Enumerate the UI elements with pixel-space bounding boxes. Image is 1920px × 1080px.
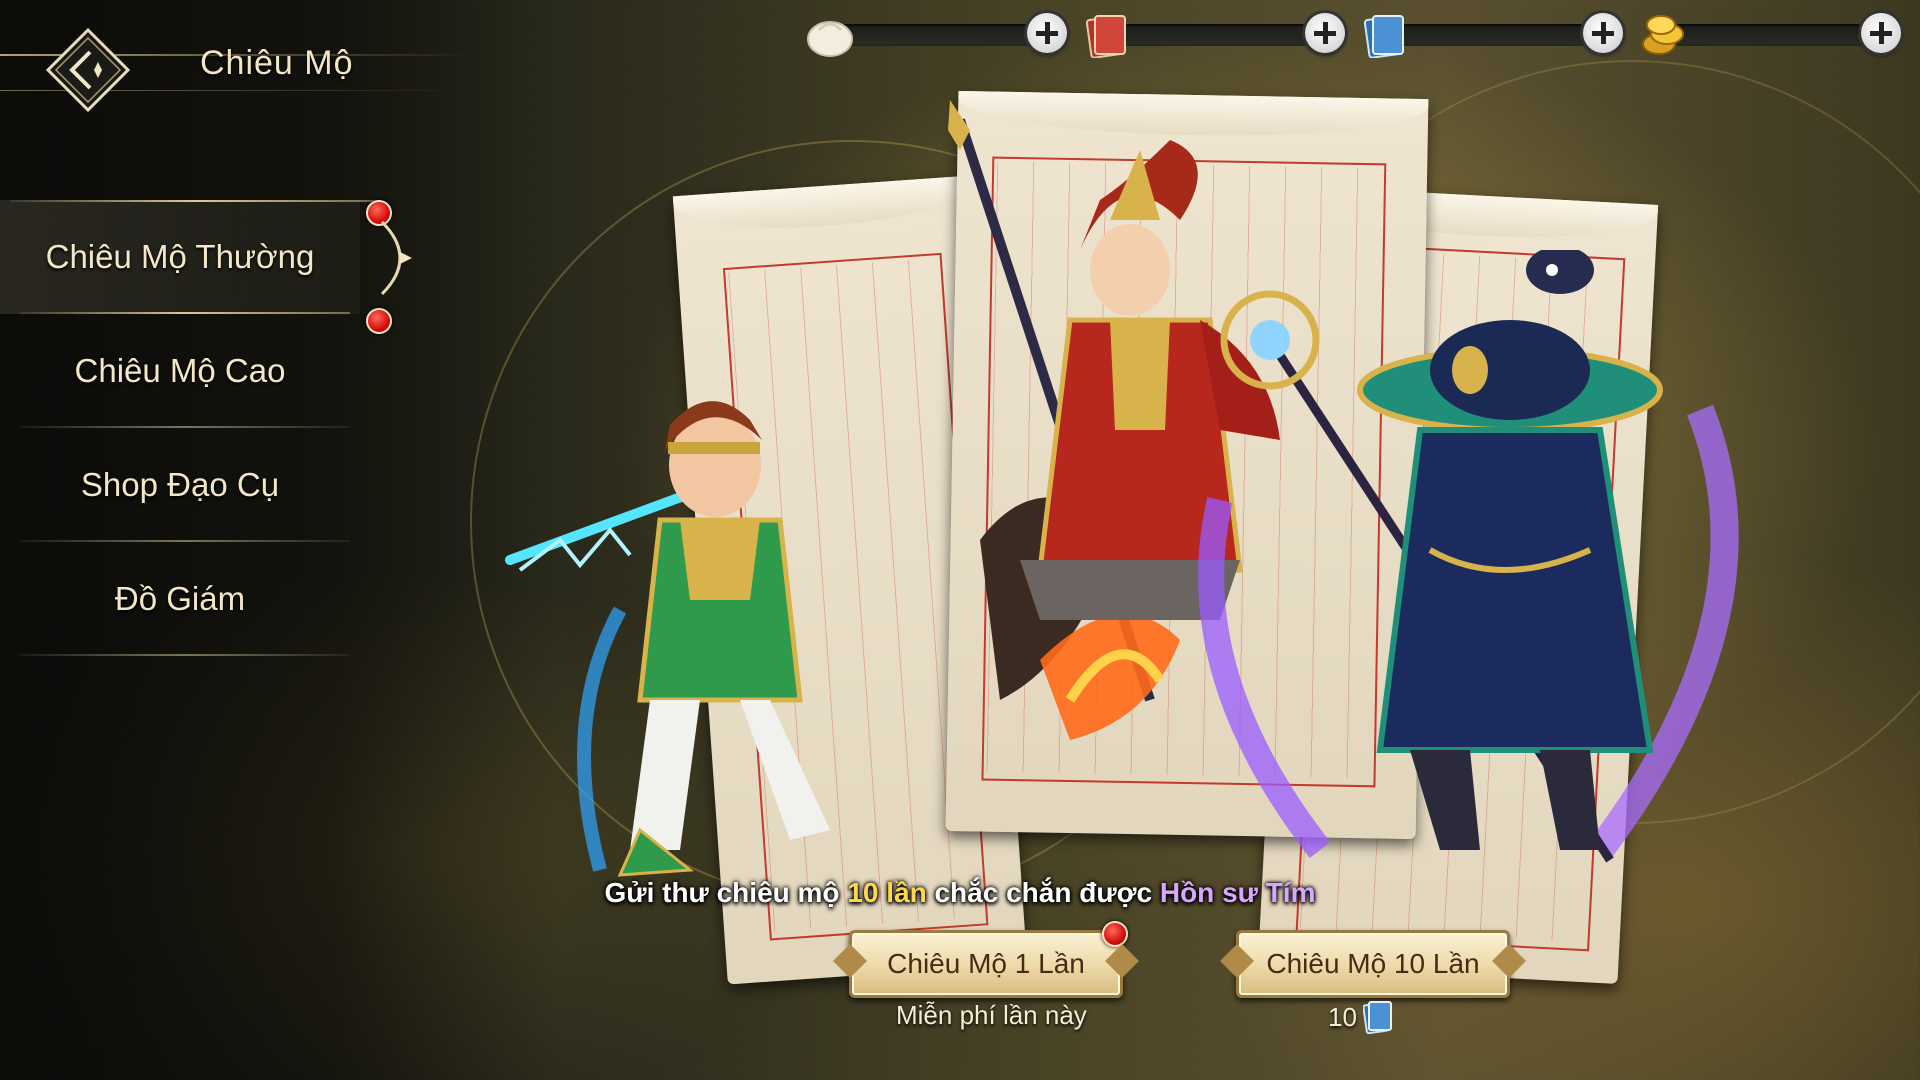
sidebar-item-advanced-recruit[interactable]: Chiêu Mộ Cao — [0, 308, 392, 428]
sidebar-item-label: Chiêu Mộ Cao — [74, 352, 286, 389]
free-this-time-text: Miễn phí lần này — [896, 1000, 1087, 1030]
add-bun-button[interactable] — [1027, 13, 1067, 53]
page-header: Chiêu Mộ — [0, 18, 470, 112]
blue-letter-icon — [1362, 1001, 1392, 1034]
gold-coin-icon — [1642, 15, 1684, 55]
add-gold-button[interactable] — [1861, 13, 1901, 53]
banner-text-part: chắc chắn được — [926, 877, 1160, 908]
sidebar-item-item-shop[interactable]: Shop Đạo Cụ — [0, 428, 360, 542]
active-arrow-icon — [380, 220, 412, 296]
divider — [10, 200, 380, 202]
blue-letter-icon — [1363, 15, 1404, 58]
notification-dot — [1102, 921, 1128, 947]
currency-track — [1391, 24, 1591, 46]
currency-blue-letter — [1361, 12, 1623, 58]
button-label: Chiêu Mộ 10 Lần — [1266, 948, 1480, 979]
button-label: Chiêu Mộ 1 Lần — [887, 948, 1085, 979]
notification-dot — [366, 308, 392, 334]
currency-gold — [1639, 12, 1901, 56]
back-arrow-icon[interactable] — [46, 28, 130, 112]
currency-red-letter — [1083, 12, 1345, 58]
recruit-ten-cost: 10 — [1328, 1000, 1393, 1034]
add-blue-letter-button[interactable] — [1583, 13, 1623, 53]
sidebar-item-label: Đồ Giám — [114, 580, 246, 617]
divider — [20, 654, 350, 656]
bun-icon — [807, 21, 853, 57]
recruit-once-button[interactable]: Chiêu Mộ 1 Lần — [849, 921, 1128, 998]
currency-bun — [805, 12, 1067, 57]
currency-track — [1113, 24, 1313, 46]
sidebar-item-label: Shop Đạo Cụ — [80, 466, 280, 503]
banner-highlight-rarity: Hồn sư Tím — [1159, 877, 1316, 908]
banner-text-part: Gửi thư chiêu mộ — [604, 877, 848, 908]
currency-track — [1669, 24, 1869, 46]
currency-track — [835, 24, 1035, 46]
purple-mage-hero — [1198, 250, 1739, 863]
sidebar-item-normal-recruit[interactable]: Chiêu Mộ Thường — [0, 200, 412, 314]
recruit-ten-button[interactable]: Chiêu Mộ 10 Lần — [1236, 930, 1510, 998]
banner-highlight-count: 10 lần — [847, 877, 927, 908]
recruit-sidebar: Chiêu Mộ Thường Chiêu Mộ Cao Shop Đạo Cụ… — [0, 200, 420, 656]
add-red-letter-button[interactable] — [1305, 13, 1345, 53]
page-title: Chiêu Mộ — [200, 44, 354, 82]
recruit-guarantee-text: Gửi thư chiêu mộ 10 lần chắc chắn được H… — [0, 877, 1920, 909]
cost-value: 10 — [1328, 1001, 1357, 1032]
sidebar-item-collection[interactable]: Đồ Giám — [0, 542, 360, 656]
green-warrior-hero — [505, 401, 830, 877]
red-letter-icon — [1085, 15, 1126, 58]
sidebar-item-label: Chiêu Mộ Thường — [45, 238, 315, 275]
